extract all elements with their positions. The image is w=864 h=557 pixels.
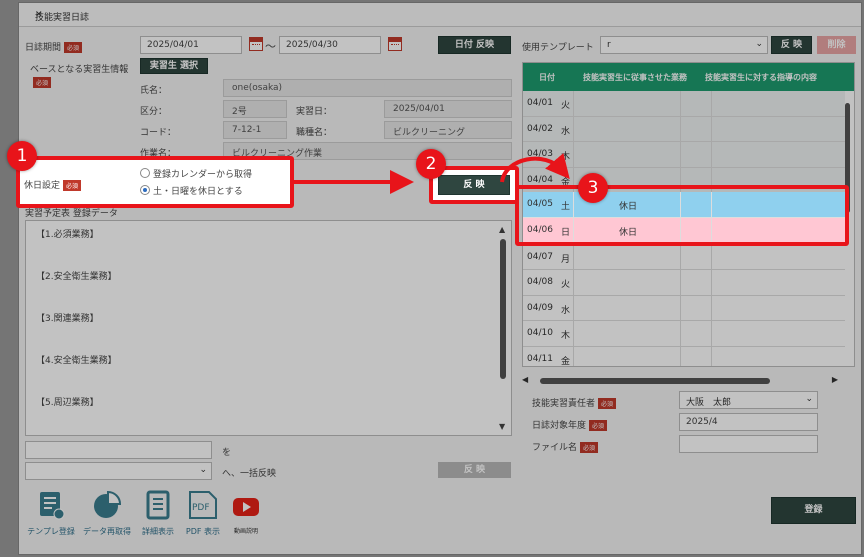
step-badge-1: 1 xyxy=(7,141,37,171)
arrow-2-to-3 xyxy=(500,153,570,183)
step-badge-3: 3 xyxy=(578,173,608,203)
step-badge-2: 2 xyxy=(416,149,446,179)
annotation-arrows xyxy=(294,153,570,194)
